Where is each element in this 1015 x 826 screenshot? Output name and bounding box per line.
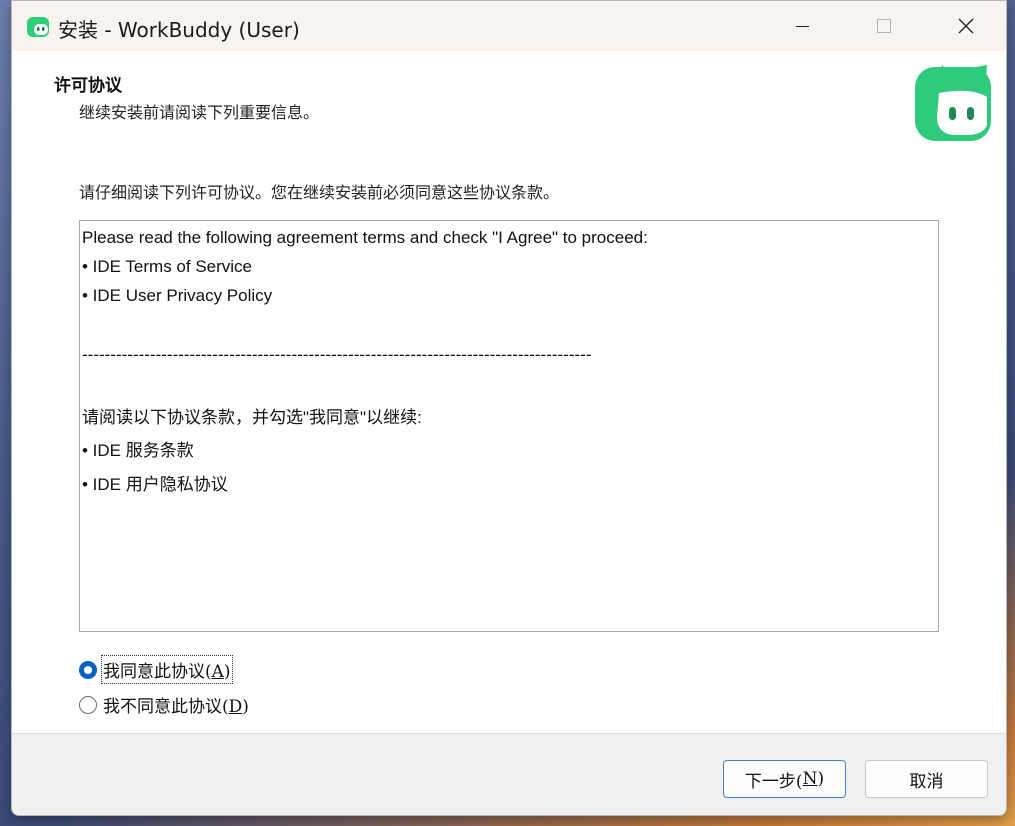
license-line: 请阅读以下协议条款，并勾选"我同意"以继续: bbox=[82, 408, 422, 427]
maximize-icon bbox=[877, 19, 891, 33]
license-line: • IDE 服务条款 bbox=[82, 441, 194, 460]
license-line: • IDE User Privacy Policy bbox=[82, 286, 273, 305]
license-line: Please read the following agreement term… bbox=[82, 228, 648, 247]
close-icon bbox=[958, 18, 974, 34]
disagree-label[interactable]: 我不同意此协议(D) bbox=[103, 692, 249, 717]
minimize-button[interactable] bbox=[762, 1, 842, 51]
agree-radio[interactable] bbox=[79, 660, 97, 679]
workbuddy-logo-icon bbox=[27, 17, 49, 37]
disagree-radio[interactable] bbox=[79, 695, 97, 714]
instruction-text: 请仔细阅读下列许可协议。您在继续安装前必须同意这些协议条款。 bbox=[79, 183, 560, 202]
next-button[interactable]: 下一步(N) bbox=[723, 760, 846, 798]
page-subtitle: 继续安装前请阅读下列重要信息。 bbox=[79, 103, 320, 122]
cancel-button[interactable]: 取消 bbox=[865, 760, 988, 798]
license-text-box[interactable]: Please read the following agreement term… bbox=[79, 220, 939, 632]
license-line: • IDE Terms of Service bbox=[82, 257, 253, 276]
workbuddy-logo-icon bbox=[915, 65, 991, 141]
footer-bar: 下一步(N) 取消 bbox=[12, 733, 1006, 815]
maximize-button[interactable] bbox=[844, 1, 924, 51]
page-title: 许可协议 bbox=[54, 76, 122, 96]
minimize-icon bbox=[795, 25, 809, 27]
license-divider: ----------------------------------------… bbox=[82, 345, 592, 364]
installer-window: 安装 - WorkBuddy (User) 许可协议 继续安装前请阅读下列重要信… bbox=[11, 0, 1007, 816]
page-header: 许可协议 继续安装前请阅读下列重要信息。 bbox=[12, 51, 1006, 157]
window-title: 安装 - WorkBuddy (User) bbox=[58, 18, 300, 42]
disagree-option[interactable]: 我不同意此协议(D) bbox=[79, 692, 249, 717]
close-button[interactable] bbox=[926, 1, 1006, 51]
title-bar[interactable]: 安装 - WorkBuddy (User) bbox=[12, 1, 1006, 51]
agree-option[interactable]: 我同意此协议(A) bbox=[79, 655, 233, 684]
agree-label[interactable]: 我同意此协议(A) bbox=[101, 655, 233, 684]
license-line: • IDE 用户隐私协议 bbox=[82, 475, 228, 494]
